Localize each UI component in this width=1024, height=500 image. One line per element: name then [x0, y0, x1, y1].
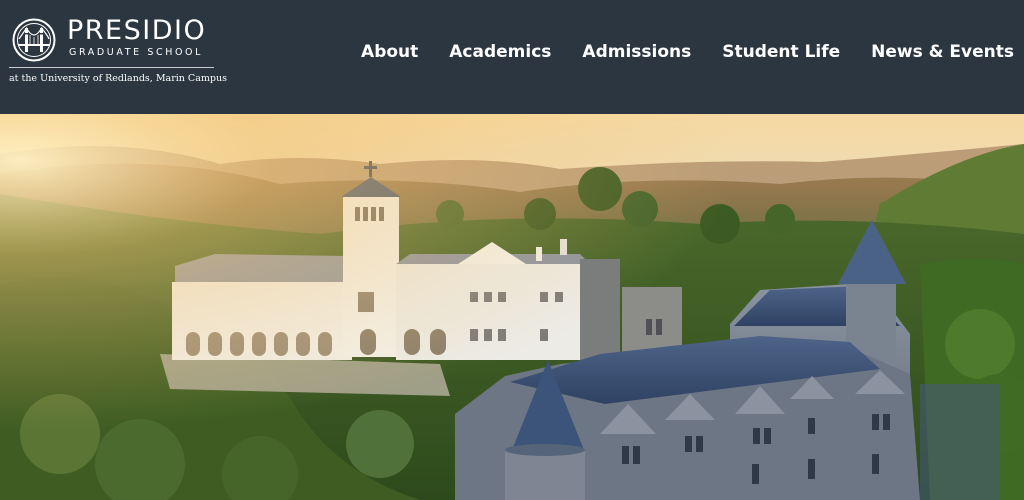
brand-subtitle: GRADUATE SCHOOL	[69, 47, 203, 58]
main-nav: About Academics Admissions Student Life …	[361, 40, 1014, 64]
brand-tagline: at the University of Redlands, Marin Cam…	[9, 73, 227, 84]
nav-item-news-events[interactable]: News & Events	[871, 40, 1014, 64]
hero-image	[0, 114, 1024, 500]
presidio-logo[interactable]: PRESIDIO GRADUATE SCHOOL at the Universi…	[9, 14, 227, 94]
nav-item-admissions[interactable]: Admissions	[582, 40, 691, 64]
nav-item-about[interactable]: About	[361, 40, 418, 64]
site-header: PRESIDIO GRADUATE SCHOOL at the Universi…	[0, 0, 1024, 114]
logo-divider	[9, 67, 214, 68]
golden-gate-bridge-seal-icon	[12, 18, 56, 62]
campus-aerial-photo	[0, 114, 1024, 500]
nav-item-student-life[interactable]: Student Life	[722, 40, 840, 64]
nav-item-academics[interactable]: Academics	[449, 40, 551, 64]
brand-name: PRESIDIO	[67, 15, 207, 46]
